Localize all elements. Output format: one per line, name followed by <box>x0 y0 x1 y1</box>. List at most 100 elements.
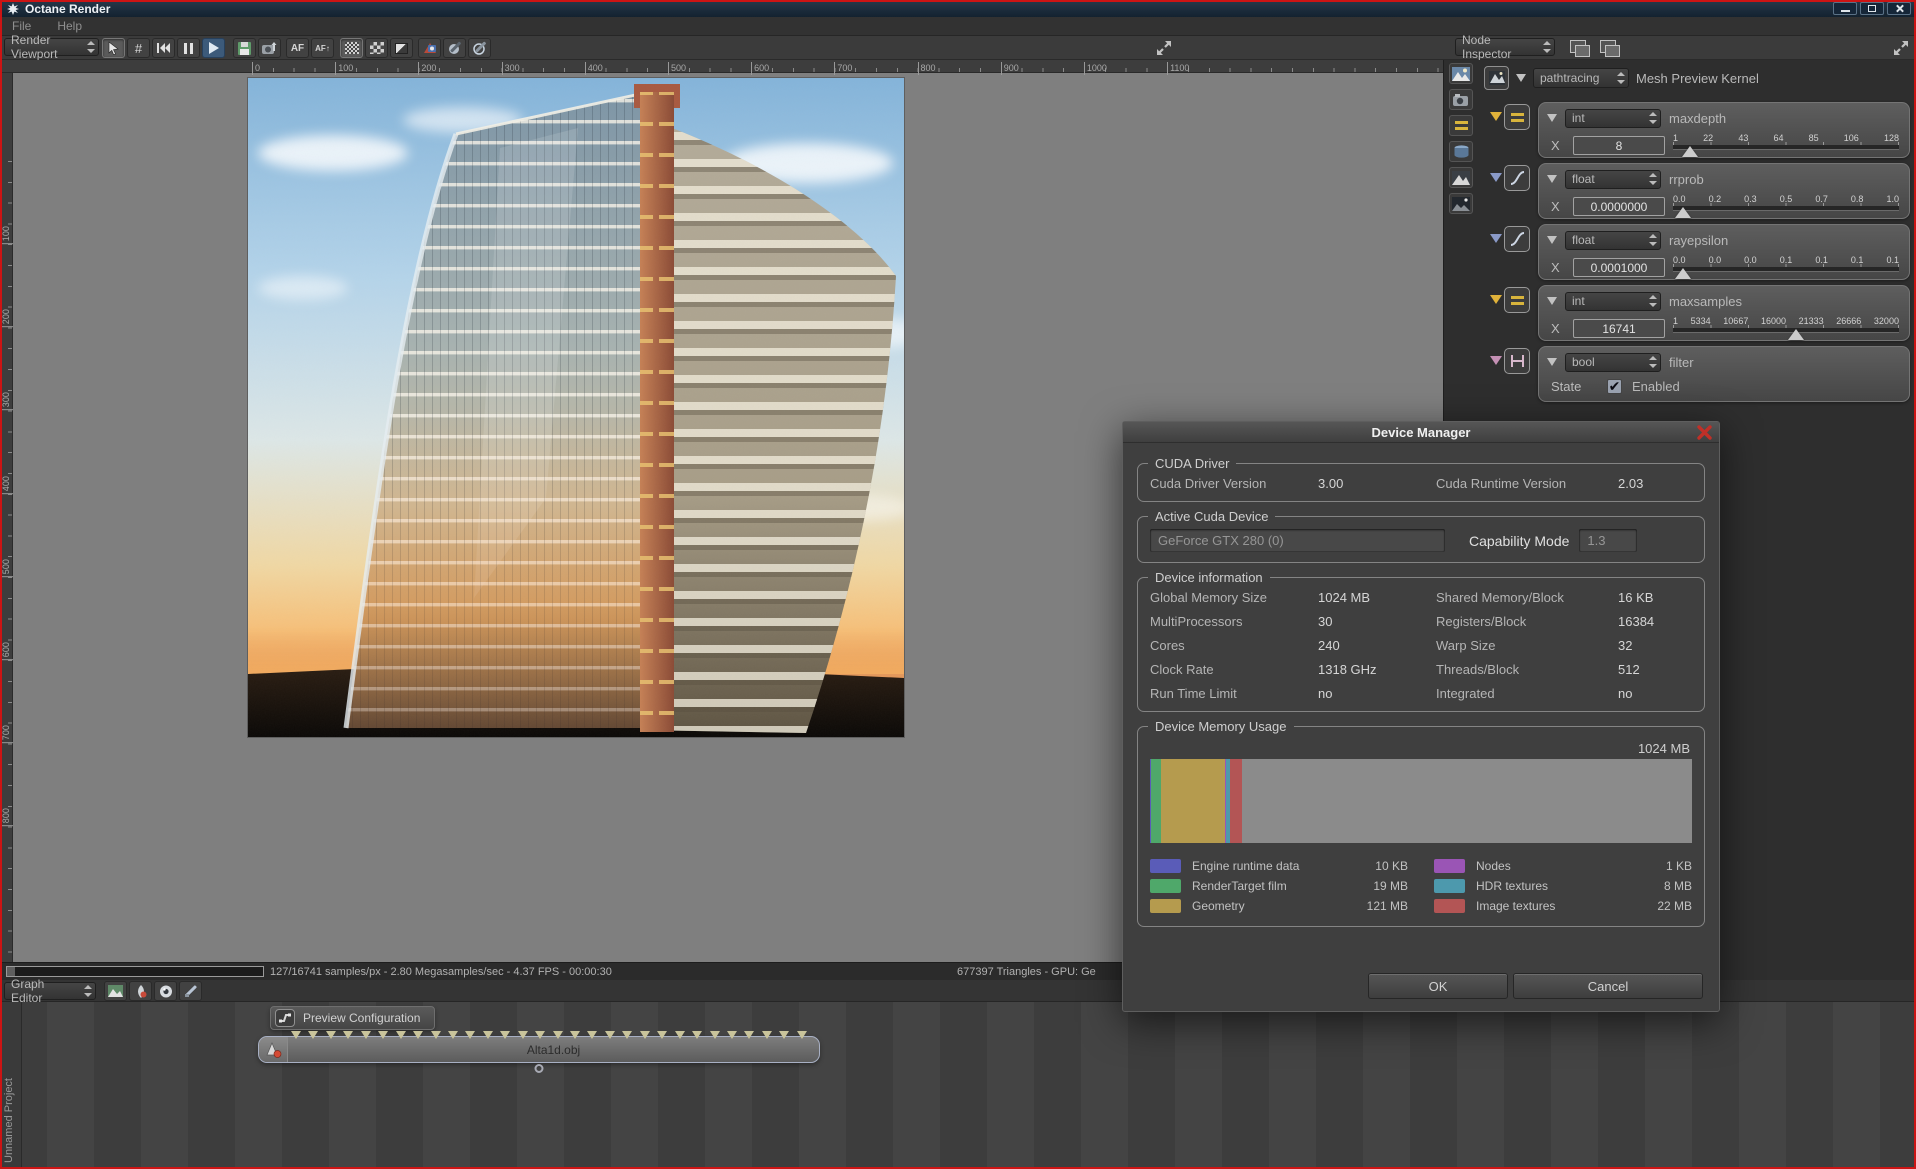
input-pin[interactable] <box>395 1031 406 1039</box>
param-slider[interactable]: 0.0 0.0 0.0 0.1 0.1 0.1 0.1 <box>1673 255 1899 279</box>
cancel-button[interactable]: Cancel <box>1513 973 1703 999</box>
input-pin[interactable] <box>430 1031 441 1039</box>
bars-icon[interactable] <box>1449 115 1473 136</box>
input-pin[interactable] <box>447 1031 458 1039</box>
play-render-button[interactable] <box>202 38 225 58</box>
checker-coarse-button[interactable] <box>365 38 388 58</box>
input-pin[interactable] <box>535 1031 546 1039</box>
viewport-expand-button[interactable] <box>1155 39 1173 57</box>
curve-icon[interactable] <box>1504 165 1530 191</box>
input-pin[interactable] <box>761 1031 772 1039</box>
value-field[interactable]: 16741 <box>1573 318 1665 338</box>
collapse-arrow-icon[interactable] <box>1547 358 1557 366</box>
input-pin[interactable] <box>517 1031 528 1039</box>
capability-mode-field[interactable]: 1.3 <box>1579 529 1638 552</box>
input-pin[interactable] <box>639 1031 650 1039</box>
input-pin[interactable] <box>360 1031 371 1039</box>
node-output-pin[interactable] <box>534 1064 544 1073</box>
curve-icon[interactable] <box>1504 226 1530 252</box>
save-icon[interactable] <box>1449 141 1473 162</box>
project-name[interactable]: Unnamed Project <box>3 1078 15 1163</box>
node-inspector-selector[interactable]: Node Inspector <box>1455 33 1555 61</box>
param-type-selector[interactable]: float <box>1565 230 1661 250</box>
pen-button[interactable] <box>443 38 466 58</box>
collapse-arrow-icon[interactable] <box>1547 236 1557 244</box>
enabled-checkbox[interactable]: ✔ <box>1607 379 1622 394</box>
image-icon[interactable] <box>1449 63 1473 84</box>
param-slider[interactable]: 1 5334 10667 16000 21333 26666 32000 <box>1673 316 1899 340</box>
input-pin[interactable] <box>500 1031 511 1039</box>
input-pin[interactable] <box>779 1031 790 1039</box>
param-slider[interactable]: 0.0 0.2 0.3 0.5 0.7 0.8 1.0 <box>1673 194 1899 218</box>
autofocus-pin-button[interactable]: AF↑ <box>311 38 334 58</box>
input-pin[interactable] <box>674 1031 685 1039</box>
input-pin[interactable] <box>465 1031 476 1039</box>
collapse-arrow-icon[interactable] <box>1547 114 1557 122</box>
input-pin[interactable] <box>726 1031 737 1039</box>
root-type-selector[interactable]: pathtracing <box>1533 68 1629 88</box>
device-select[interactable]: GeForce GTX 280 (0) <box>1150 529 1445 552</box>
title-bar[interactable]: Octane Render <box>0 0 1916 17</box>
input-pin[interactable] <box>692 1031 703 1039</box>
pen-alt-button[interactable] <box>468 38 491 58</box>
input-pin[interactable] <box>482 1031 493 1039</box>
cursor-tool-button[interactable] <box>102 38 125 58</box>
value-field[interactable]: 8 <box>1573 135 1665 155</box>
param-type-selector[interactable]: bool <box>1565 352 1661 372</box>
input-pin[interactable] <box>343 1031 354 1039</box>
slider-handle[interactable] <box>1682 146 1699 157</box>
dialog-close-button[interactable] <box>1696 424 1713 441</box>
input-pin[interactable] <box>709 1031 720 1039</box>
ok-button[interactable]: OK <box>1368 973 1508 999</box>
graph-editor-selector[interactable]: Graph Editor <box>4 977 96 1005</box>
input-pin[interactable] <box>604 1031 615 1039</box>
pen-node-button[interactable] <box>179 981 202 1001</box>
input-pin[interactable] <box>308 1031 319 1039</box>
pause-render-button[interactable] <box>177 38 200 58</box>
autofocus-button[interactable]: AF <box>286 38 309 58</box>
viewport-selector[interactable]: Render Viewport <box>4 33 99 61</box>
eye-node-button[interactable] <box>154 981 177 1001</box>
slider-track[interactable] <box>1673 142 1899 157</box>
input-pin[interactable] <box>291 1031 301 1039</box>
input-pin[interactable] <box>552 1031 563 1039</box>
camera-button[interactable] <box>258 38 281 58</box>
minimize-button[interactable] <box>1833 2 1857 15</box>
slider-handle[interactable] <box>1675 268 1692 279</box>
menu-file[interactable]: File <box>12 19 31 33</box>
collapse-arrow-icon[interactable] <box>1547 297 1557 305</box>
layer-alt-icon[interactable] <box>1600 40 1620 57</box>
input-pin[interactable] <box>657 1031 668 1039</box>
save-image-button[interactable] <box>233 38 256 58</box>
layer-icon[interactable] <box>1570 40 1590 57</box>
landscape-icon[interactable] <box>1449 167 1473 188</box>
close-button[interactable] <box>1887 2 1911 15</box>
param-type-selector[interactable]: float <box>1565 169 1661 189</box>
input-pin[interactable] <box>622 1031 633 1039</box>
inspector-expand-button[interactable] <box>1892 39 1910 57</box>
checker-fine-button[interactable] <box>340 38 363 58</box>
contrast-button[interactable] <box>390 38 413 58</box>
slider-track[interactable] <box>1673 325 1899 340</box>
param-type-selector[interactable]: int <box>1565 291 1661 311</box>
dialog-title-bar[interactable]: Device Manager <box>1123 422 1719 443</box>
input-pin[interactable] <box>744 1031 755 1039</box>
tab-preview-configuration[interactable]: Preview Configuration <box>270 1006 436 1030</box>
restart-render-button[interactable] <box>152 38 175 58</box>
graph-canvas[interactable]: Unnamed Project Preview Configuration Al… <box>0 1002 1916 1169</box>
param-slider[interactable]: 1 22 43 64 85 106 128 <box>1673 133 1899 157</box>
collapse-arrow-icon[interactable] <box>1516 74 1526 82</box>
value-field[interactable]: 0.0000000 <box>1573 196 1665 216</box>
node-graph-icon[interactable] <box>1484 66 1509 90</box>
render-node-button[interactable] <box>104 981 127 1001</box>
material-node-button[interactable] <box>129 981 152 1001</box>
slider-handle[interactable] <box>1675 207 1692 218</box>
value-field[interactable]: 0.0001000 <box>1573 257 1665 277</box>
maximize-button[interactable] <box>1860 2 1884 15</box>
input-pin[interactable] <box>796 1031 807 1039</box>
slider-track[interactable] <box>1673 203 1899 218</box>
camera-icon[interactable] <box>1449 89 1473 110</box>
param-type-selector[interactable]: int <box>1565 108 1661 128</box>
bool-icon[interactable] <box>1504 348 1530 374</box>
menu-help[interactable]: Help <box>57 19 82 33</box>
